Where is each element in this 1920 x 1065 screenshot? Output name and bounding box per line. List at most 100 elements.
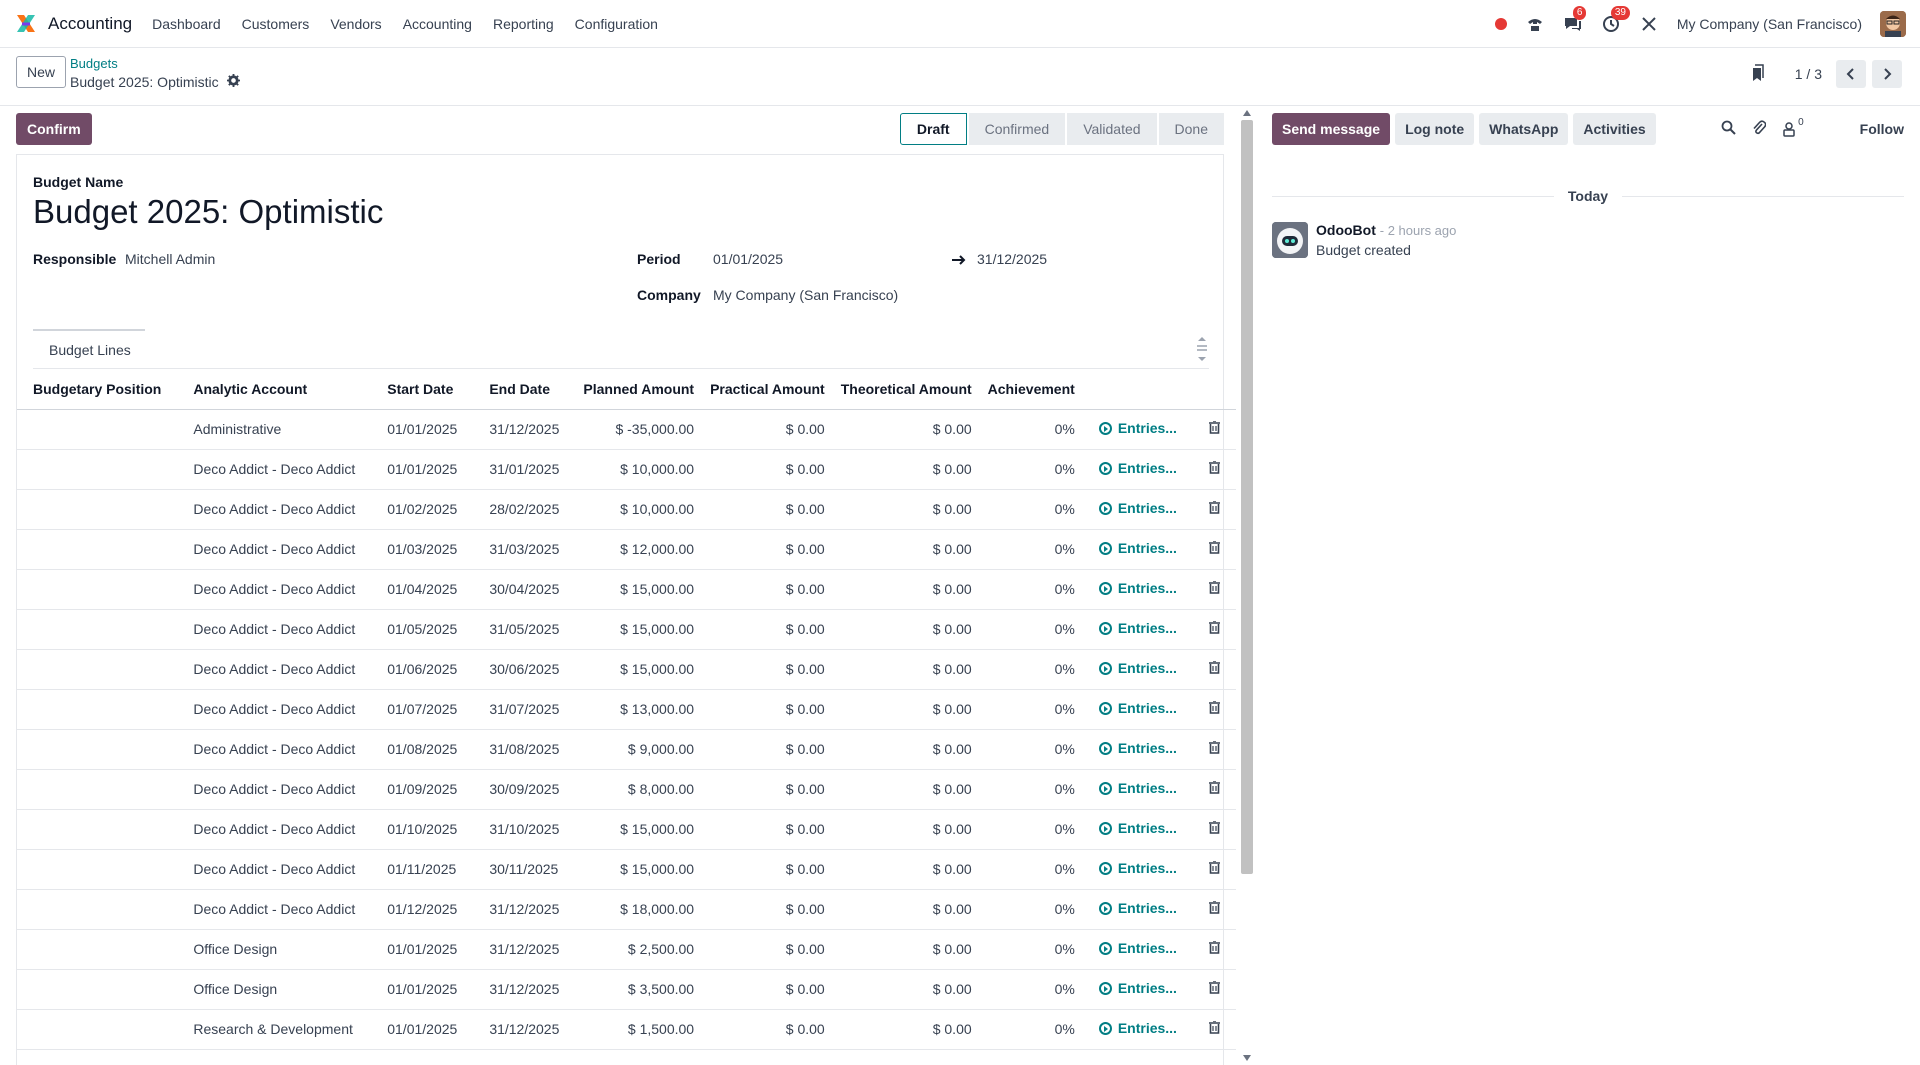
achievement-cell[interactable]: 0% bbox=[979, 569, 1083, 610]
resize-handle-icon[interactable] bbox=[1195, 335, 1209, 366]
col-achievement[interactable]: Achievement bbox=[979, 369, 1083, 410]
theoretical-amount-cell[interactable]: $ 0.00 bbox=[832, 489, 980, 530]
budgetary-position-cell[interactable] bbox=[17, 1009, 178, 1050]
table-row[interactable]: Deco Addict - Deco Addict 01/09/2025 30/09… bbox=[17, 769, 1236, 810]
end-date-cell[interactable]: 28/02/2025 bbox=[473, 489, 576, 530]
responsible-field[interactable]: Mitchell Admin bbox=[125, 251, 215, 267]
planned-amount-cell[interactable]: $ 9,000.00 bbox=[575, 729, 703, 770]
start-date-cell[interactable]: 01/01/2025 bbox=[371, 929, 474, 970]
end-date-cell[interactable]: 31/12/2025 bbox=[473, 1009, 576, 1050]
table-row[interactable]: Deco Addict - Deco Addict 01/07/2025 31/07… bbox=[17, 689, 1236, 730]
planned-amount-cell[interactable]: $ 8,000.00 bbox=[575, 769, 703, 810]
end-date-cell[interactable]: 31/08/2025 bbox=[473, 729, 576, 770]
entries-button[interactable]: Entries... bbox=[1098, 740, 1177, 756]
practical-amount-cell[interactable]: $ 0.00 bbox=[702, 929, 833, 970]
achievement-cell[interactable]: 0% bbox=[979, 889, 1083, 930]
practical-amount-cell[interactable]: $ 0.00 bbox=[702, 729, 833, 770]
entries-button[interactable]: Entries... bbox=[1098, 980, 1177, 996]
trash-icon[interactable] bbox=[1208, 780, 1220, 797]
menu-customers[interactable]: Customers bbox=[242, 16, 310, 32]
planned-amount-cell[interactable]: $ 15,000.00 bbox=[575, 809, 703, 850]
whatsapp-button[interactable]: WhatsApp bbox=[1479, 113, 1569, 145]
table-row[interactable]: Deco Addict - Deco Addict 01/01/2025 31/01… bbox=[17, 449, 1236, 490]
odoobot-avatar[interactable] bbox=[1272, 222, 1308, 258]
budgetary-position-cell[interactable] bbox=[17, 769, 178, 810]
trash-icon[interactable] bbox=[1208, 860, 1220, 877]
company-switcher[interactable]: My Company (San Francisco) bbox=[1677, 16, 1862, 32]
trash-icon[interactable] bbox=[1208, 460, 1220, 477]
budgetary-position-cell[interactable] bbox=[17, 729, 178, 770]
stage-done[interactable]: Done bbox=[1158, 113, 1224, 145]
trash-icon[interactable] bbox=[1208, 980, 1220, 997]
trash-icon[interactable] bbox=[1208, 900, 1220, 917]
end-date-cell[interactable]: 31/12/2025 bbox=[473, 889, 576, 930]
log-note-button[interactable]: Log note bbox=[1395, 113, 1475, 145]
practical-amount-cell[interactable]: $ 0.00 bbox=[702, 489, 833, 530]
practical-amount-cell[interactable]: $ 0.00 bbox=[702, 1009, 833, 1050]
followers-button[interactable]: 0 bbox=[1782, 117, 1804, 137]
theoretical-amount-cell[interactable]: $ 0.00 bbox=[832, 769, 980, 810]
start-date-cell[interactable]: 01/06/2025 bbox=[371, 649, 474, 690]
recording-icon[interactable] bbox=[1494, 18, 1507, 30]
trash-icon[interactable] bbox=[1208, 1020, 1220, 1037]
start-date-cell[interactable]: 01/07/2025 bbox=[371, 689, 474, 730]
company-field[interactable]: My Company (San Francisco) bbox=[713, 287, 898, 303]
theoretical-amount-cell[interactable]: $ 0.00 bbox=[832, 529, 980, 570]
theoretical-amount-cell[interactable]: $ 0.00 bbox=[832, 969, 980, 1010]
analytic-account-cell[interactable]: Deco Addict - Deco Addict bbox=[177, 769, 372, 810]
theoretical-amount-cell[interactable]: $ 0.00 bbox=[832, 649, 980, 690]
practical-amount-cell[interactable]: $ 0.00 bbox=[702, 609, 833, 650]
menu-configuration[interactable]: Configuration bbox=[575, 16, 658, 32]
app-name[interactable]: Accounting bbox=[48, 14, 132, 34]
budgetary-position-cell[interactable] bbox=[17, 889, 178, 930]
table-row[interactable]: Office Design 01/01/2025 31/12/2025 $ 2,500… bbox=[17, 929, 1236, 970]
activities-icon[interactable]: 39 bbox=[1601, 6, 1630, 34]
end-date-cell[interactable]: 31/12/2025 bbox=[473, 409, 576, 450]
entries-button[interactable]: Entries... bbox=[1098, 940, 1177, 956]
stage-validated[interactable]: Validated bbox=[1067, 113, 1157, 145]
trash-icon[interactable] bbox=[1208, 540, 1220, 557]
entries-button[interactable]: Entries... bbox=[1098, 780, 1177, 796]
entries-button[interactable]: Entries... bbox=[1098, 860, 1177, 876]
end-date-cell[interactable]: 31/10/2025 bbox=[473, 809, 576, 850]
start-date-cell[interactable]: 01/05/2025 bbox=[371, 609, 474, 650]
col-end-date[interactable]: End Date bbox=[473, 369, 576, 410]
planned-amount-cell[interactable]: $ 10,000.00 bbox=[575, 489, 703, 530]
scrollbar-thumb[interactable] bbox=[1241, 120, 1253, 874]
analytic-account-cell[interactable]: Deco Addict - Deco Addict bbox=[177, 569, 372, 610]
col-practical-amount[interactable]: Practical Amount bbox=[702, 369, 833, 410]
analytic-account-cell[interactable]: Deco Addict - Deco Addict bbox=[177, 809, 372, 850]
table-row[interactable]: Deco Addict - Deco Addict 01/02/2025 28/02… bbox=[17, 489, 1236, 530]
achievement-cell[interactable]: 0% bbox=[979, 409, 1083, 450]
achievement-cell[interactable]: 0% bbox=[979, 729, 1083, 770]
practical-amount-cell[interactable]: $ 0.00 bbox=[702, 889, 833, 930]
trash-icon[interactable] bbox=[1208, 700, 1220, 717]
practical-amount-cell[interactable]: $ 0.00 bbox=[702, 969, 833, 1010]
end-date-cell[interactable]: 31/07/2025 bbox=[473, 689, 576, 730]
end-date-cell[interactable]: 30/09/2025 bbox=[473, 769, 576, 810]
analytic-account-cell[interactable]: Deco Addict - Deco Addict bbox=[177, 489, 372, 530]
planned-amount-cell[interactable]: $ 15,000.00 bbox=[575, 609, 703, 650]
menu-accounting[interactable]: Accounting bbox=[403, 16, 472, 32]
practical-amount-cell[interactable]: $ 0.00 bbox=[702, 529, 833, 570]
col-start-date[interactable]: Start Date bbox=[371, 369, 474, 410]
budgetary-position-cell[interactable] bbox=[17, 489, 178, 530]
theoretical-amount-cell[interactable]: $ 0.00 bbox=[832, 809, 980, 850]
planned-amount-cell[interactable]: $ 12,000.00 bbox=[575, 529, 703, 570]
col-analytic-account[interactable]: Analytic Account bbox=[177, 369, 372, 410]
end-date-cell[interactable]: 30/11/2025 bbox=[473, 849, 576, 890]
achievement-cell[interactable]: 0% bbox=[979, 1009, 1083, 1050]
entries-button[interactable]: Entries... bbox=[1098, 420, 1177, 436]
entries-button[interactable]: Entries... bbox=[1098, 580, 1177, 596]
practical-amount-cell[interactable]: $ 0.00 bbox=[702, 449, 833, 490]
trash-icon[interactable] bbox=[1208, 940, 1220, 957]
pager-previous-button[interactable] bbox=[1836, 60, 1866, 88]
end-date-cell[interactable]: 31/05/2025 bbox=[473, 609, 576, 650]
menu-reporting[interactable]: Reporting bbox=[493, 16, 554, 32]
practical-amount-cell[interactable]: $ 0.00 bbox=[702, 649, 833, 690]
theoretical-amount-cell[interactable]: $ 0.00 bbox=[832, 929, 980, 970]
entries-button[interactable]: Entries... bbox=[1098, 660, 1177, 676]
entries-button[interactable]: Entries... bbox=[1098, 620, 1177, 636]
search-icon[interactable] bbox=[1721, 120, 1736, 138]
trash-icon[interactable] bbox=[1208, 740, 1220, 757]
